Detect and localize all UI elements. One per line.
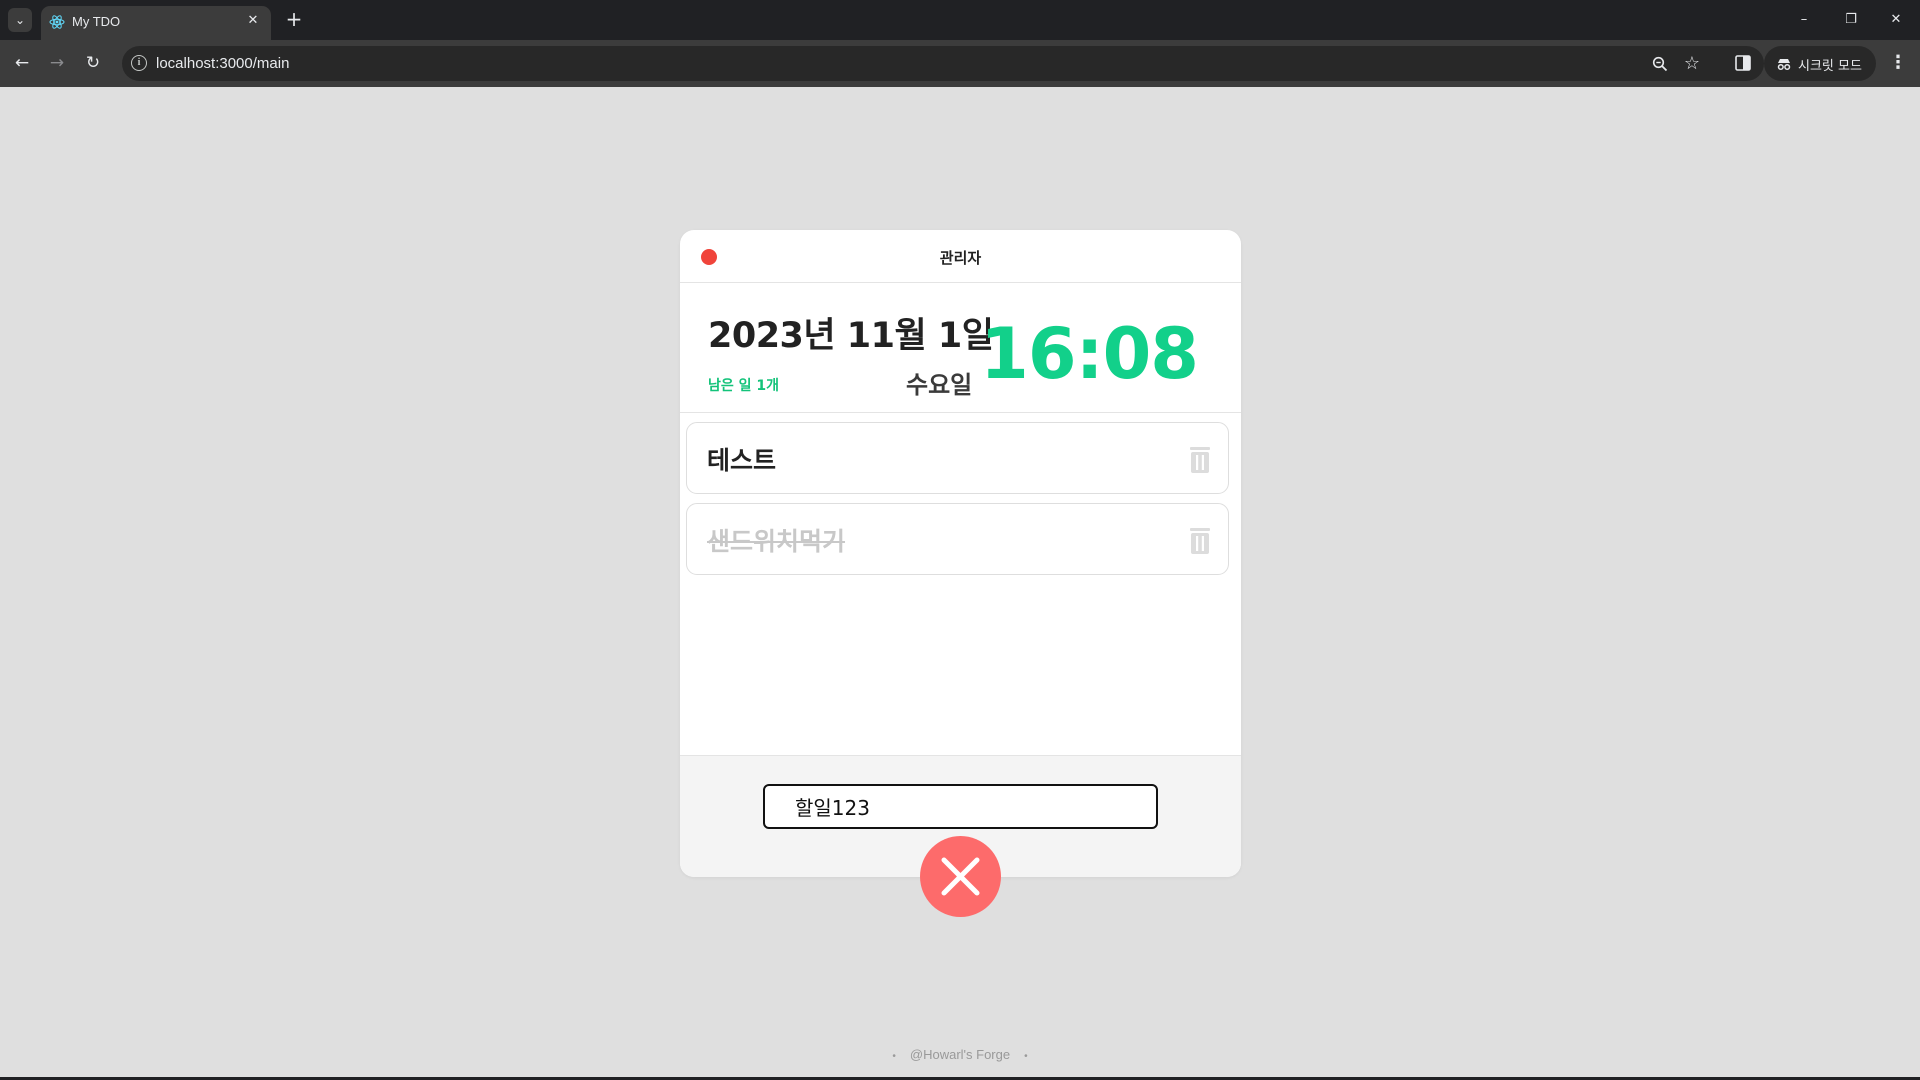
footer-credit: @Howarl's Forge (909, 1047, 1011, 1062)
todo-item-completed[interactable]: 샌드위치먹기 (686, 503, 1229, 575)
new-tab-button[interactable]: + (282, 8, 306, 32)
card-footer (680, 755, 1241, 917)
browser-tab-strip: ⌄ My TDO ✕ + – ❐ ✕ (0, 0, 1920, 40)
clock-text: 16:08 (980, 313, 1199, 395)
new-todo-input[interactable] (763, 784, 1158, 829)
incognito-label: 시크릿 모드 (1798, 59, 1862, 74)
todo-list: 테스트 샌드위치먹기 (686, 422, 1229, 584)
tab-close-icon[interactable]: ✕ (244, 12, 262, 30)
date-panel: 2023년 11월 1일 남은 일 1개 수요일 16:08 (680, 283, 1241, 413)
restore-button[interactable]: ❐ (1833, 8, 1869, 32)
todo-item[interactable]: 테스트 (686, 422, 1229, 494)
todo-text[interactable]: 샌드위치먹기 (707, 522, 845, 558)
reload-button[interactable]: ↻ (79, 49, 107, 77)
address-bar[interactable]: i localhost:3000/main ☆ (122, 46, 1764, 81)
react-icon (49, 15, 65, 29)
tab-title: My TDO (72, 14, 121, 29)
date-text: 2023년 11월 1일 (708, 316, 994, 356)
footer-bullet: • (1024, 1051, 1028, 1062)
weekday-text: 수요일 (906, 371, 973, 399)
back-button[interactable]: ← (8, 49, 36, 77)
todo-text[interactable]: 테스트 (707, 441, 776, 477)
card-header: 관리자 (680, 230, 1241, 283)
url-text[interactable]: localhost:3000/main (156, 55, 289, 72)
zoom-icon[interactable] (1646, 50, 1674, 78)
browser-toolbar: ← → ↻ i localhost:3000/main ☆ 시크릿 모드 ⋮ (0, 40, 1920, 87)
trash-icon[interactable] (1188, 446, 1212, 474)
browser-tab[interactable]: My TDO ✕ (41, 6, 271, 40)
forward-button[interactable]: → (43, 49, 71, 77)
site-info-icon[interactable]: i (131, 55, 147, 71)
cancel-add-button[interactable] (920, 836, 1001, 917)
tab-search-button[interactable]: ⌄ (8, 8, 32, 32)
close-icon (941, 857, 980, 896)
remaining-count: 남은 일 1개 (708, 378, 780, 394)
incognito-indicator[interactable]: 시크릿 모드 (1764, 46, 1876, 81)
user-name: 관리자 (939, 249, 982, 267)
trash-icon[interactable] (1188, 527, 1212, 555)
minimize-button[interactable]: – (1786, 8, 1822, 32)
browser-menu-button[interactable]: ⋮ (1884, 50, 1912, 78)
window-close-button[interactable]: ✕ (1878, 8, 1914, 32)
side-panel-icon[interactable] (1730, 50, 1756, 76)
footer-bullet: • (892, 1051, 896, 1062)
page-footer: • @Howarl's Forge • (0, 1047, 1920, 1062)
incognito-icon (1777, 59, 1791, 71)
todo-card: 관리자 2023년 11월 1일 남은 일 1개 수요일 16:08 테스트 샌… (680, 230, 1241, 917)
bookmark-star-icon[interactable]: ☆ (1678, 50, 1706, 78)
